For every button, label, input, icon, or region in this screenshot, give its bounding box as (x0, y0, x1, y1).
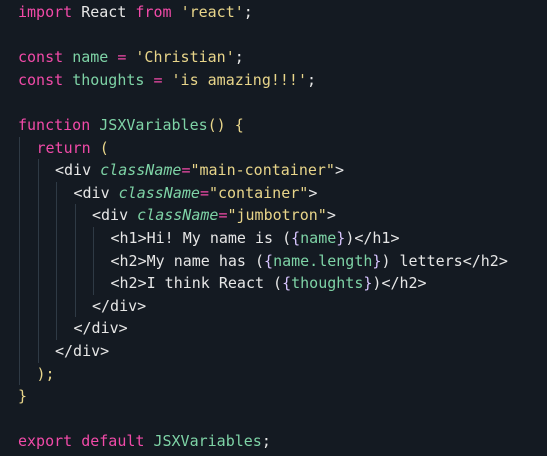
code-token-punct: ; (243, 3, 253, 21)
code-token-str: "container" (208, 183, 309, 202)
code-token-kw: import (18, 3, 73, 21)
code-token-tag: </div> (92, 296, 147, 315)
code-token-tag: <h2> (110, 251, 147, 270)
indent-guide (56, 181, 57, 340)
code-token-text: ) (372, 274, 382, 293)
code-token-paren: () { (207, 116, 244, 134)
code-token-var: name.length (273, 251, 373, 270)
code-line[interactable]: import React from 'react'; (18, 1, 253, 23)
code-token-tag: <div (55, 161, 101, 180)
code-token-str: 'react' (180, 3, 244, 21)
code-token-op: = (117, 48, 127, 67)
code-token-tag: </div> (73, 319, 128, 338)
code-token-tag: <div (73, 183, 119, 202)
indent-guide (74, 204, 76, 318)
code-token-attr: className (118, 183, 200, 202)
code-token-op: = (181, 161, 191, 180)
code-token-tag: > (326, 206, 336, 225)
code-token-fn: JSXVariables (153, 432, 262, 451)
code-token-brace: { (291, 229, 301, 247)
code-token-punct: ; (234, 48, 244, 67)
code-token-brace: } (336, 229, 346, 247)
code-editor[interactable]: import React from 'react'; const name = '… (0, 0, 547, 456)
code-line[interactable]: </div> (55, 340, 109, 362)
code-token-text: ) (345, 229, 355, 247)
code-line[interactable]: return ( (37, 137, 109, 159)
code-line[interactable]: </div> (92, 295, 146, 317)
code-token-tag: </h2> (462, 251, 508, 270)
code-token-attr: className (100, 161, 182, 180)
code-token-op: = (199, 183, 209, 202)
code-token-var: thoughts (291, 274, 364, 293)
code-token-attr: className (137, 206, 219, 225)
code-token-kw: from (135, 3, 172, 21)
code-line[interactable]: <h1> Hi! My name is ({name}) </h1> (111, 227, 400, 249)
code-token-tag: > (308, 183, 318, 202)
code-token-brace: } (363, 274, 373, 293)
code-token-str: 'Christian' (135, 48, 235, 67)
code-token-paren: ( (99, 138, 109, 157)
code-line[interactable]: function JSXVariables() { (18, 114, 244, 136)
code-token-paren: } (18, 387, 28, 406)
indent-guide (37, 159, 39, 363)
code-token-tag: <h1> (110, 229, 147, 247)
code-line[interactable]: <h2> I think React ({thoughts}) </h2> (111, 272, 427, 294)
code-token-tag: </div> (55, 342, 110, 360)
code-token-str: "jumbotron" (227, 206, 327, 225)
code-token-kw: const (18, 48, 64, 67)
code-line[interactable]: const thoughts = 'is amazing!!!'; (18, 69, 316, 91)
code-token-var: thoughts (72, 70, 145, 89)
code-token-fn: JSXVariables (99, 116, 208, 134)
code-token-var: name (72, 48, 109, 67)
code-token-punct: ; (261, 432, 271, 451)
code-token-op: = (153, 70, 163, 89)
code-line[interactable]: <h2> My name has ({name.length}) letters <… (111, 250, 508, 272)
code-token-text: Hi! My name is ( (146, 229, 292, 247)
code-token-kw: default (81, 432, 145, 451)
code-token-tag: <h2> (110, 274, 147, 293)
code-token-paren: ); (36, 364, 55, 383)
code-line[interactable]: <div className = "container" > (74, 182, 318, 204)
code-token-text: I think React ( (146, 274, 283, 293)
code-token-kw: export (18, 432, 73, 451)
code-line[interactable]: const name = 'Christian'; (18, 46, 244, 68)
code-token-str: 'is amazing!!!' (171, 70, 307, 89)
code-token-tag: </h2> (381, 274, 427, 293)
code-token-punct: ; (307, 70, 317, 89)
code-line[interactable]: export default JSXVariables; (18, 430, 271, 452)
code-token-react: React (72, 3, 136, 21)
code-line[interactable]: <div className = "jumbotron" > (92, 204, 336, 226)
code-token-brace: { (282, 274, 292, 293)
indent-guide (19, 136, 20, 386)
code-token-tag: <div (92, 206, 138, 225)
code-line[interactable]: ); (37, 363, 55, 385)
code-token-str: "main-container" (190, 161, 335, 180)
code-token-text: ) letters (381, 251, 463, 270)
code-token-tag: </h1> (354, 229, 400, 247)
code-token-kw: const (18, 70, 64, 89)
code-token-var: name (300, 229, 337, 247)
code-line[interactable]: } (18, 385, 27, 407)
indent-guide (93, 227, 94, 295)
code-line[interactable]: <div className = "main-container" > (55, 159, 344, 181)
code-token-kw: return (36, 138, 91, 157)
code-token-brace: } (372, 251, 382, 270)
code-token-text: My name has ( (146, 251, 265, 270)
code-token-kw: function (18, 116, 91, 134)
code-token-tag: > (334, 161, 344, 180)
code-token-op: = (218, 206, 228, 225)
code-line[interactable]: </div> (74, 317, 128, 339)
code-token-brace: { (264, 251, 274, 270)
